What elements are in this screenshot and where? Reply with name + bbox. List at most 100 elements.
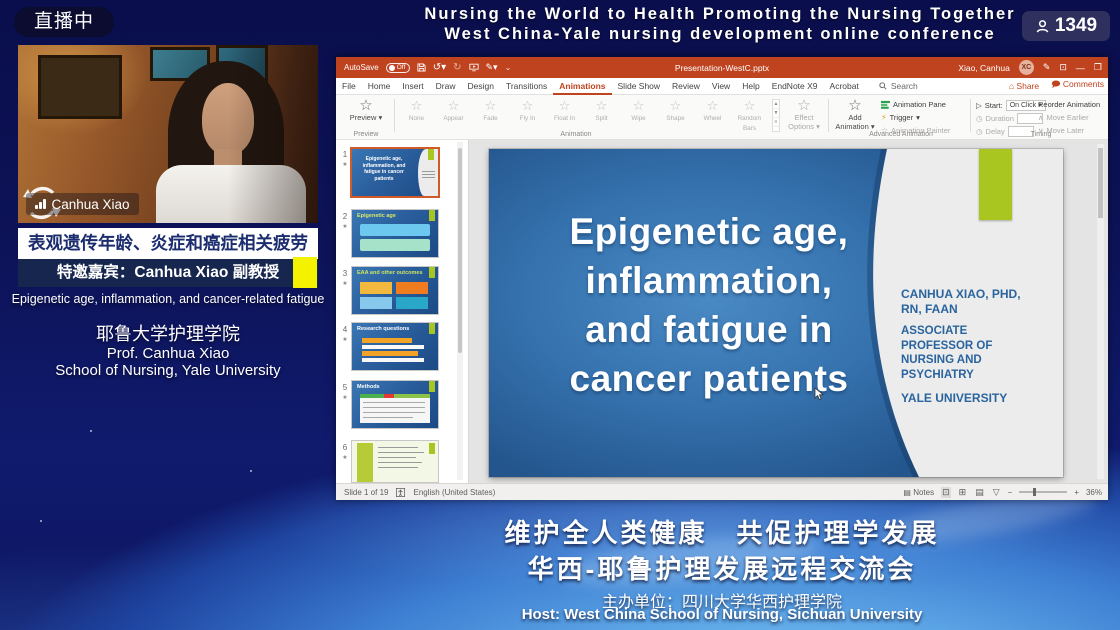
inking-icon[interactable]: ✎: [1043, 62, 1051, 73]
gallery-scroll[interactable]: ▲▼≡: [772, 99, 780, 132]
redo-icon[interactable]: ↻: [453, 62, 461, 73]
autosave-toggle[interactable]: Off: [386, 63, 410, 73]
slide-scrollbar[interactable]: [1097, 144, 1104, 479]
mini-text-line: [378, 457, 416, 458]
animation-pane-button[interactable]: Animation Pane: [881, 100, 946, 109]
animation-random-bars[interactable]: ☆Random Bars: [731, 99, 768, 132]
zoom-level[interactable]: 36%: [1086, 488, 1102, 497]
thumb-number: 3: [340, 269, 350, 278]
animation-pane-label: Animation Pane: [893, 100, 946, 109]
thumbnail-scrollbar[interactable]: [457, 142, 463, 480]
thumbnail-slide-4[interactable]: Research questions: [352, 323, 438, 370]
scrollbar-thumb[interactable]: [1098, 148, 1103, 218]
move-earlier-button[interactable]: ∧Move Earlier: [1038, 113, 1089, 122]
conference-title-line2: West China-Yale nursing development onli…: [350, 24, 1090, 44]
tab-view[interactable]: View: [706, 78, 736, 95]
thumbnail-slide-6[interactable]: [352, 441, 438, 482]
customize-qat-icon[interactable]: ⌄: [505, 63, 512, 72]
mini-title: Research questions: [357, 326, 409, 332]
search-box[interactable]: Search: [879, 81, 918, 91]
mini-title: EAA and other outcomes: [357, 270, 423, 276]
add-animation-label1: Add: [848, 113, 861, 122]
trigger-button[interactable]: ⚡ Trigger▾: [881, 113, 920, 122]
slideshow-view-button[interactable]: ▽: [992, 487, 1001, 498]
mini-bar: [362, 345, 424, 349]
animation-gallery: ☆None ☆Appear ☆Fade ☆Fly In ☆Float In ☆S…: [398, 99, 768, 132]
animation-split[interactable]: ☆Split: [583, 99, 620, 132]
mini-bar: [362, 358, 424, 362]
save-icon[interactable]: [417, 63, 426, 72]
undo-icon[interactable]: ↺▾: [433, 62, 446, 73]
tab-slide-show[interactable]: Slide Show: [612, 78, 667, 95]
restore-button[interactable]: ❐: [1094, 62, 1102, 73]
add-animation-button[interactable]: ☆ Add Animation ▾: [833, 98, 877, 131]
thumbnail-slide-5[interactable]: Methods: [352, 381, 438, 428]
author-name: CANHUA XIAO, PHD, RN, FAAN: [901, 287, 1036, 316]
animation-wheel[interactable]: ☆Wheel: [694, 99, 731, 132]
ppt-titlebar[interactable]: AutoSave Off ↺▾ ↻ ✎▾ ⌄ Presentation-West…: [336, 57, 1108, 78]
animation-fly-in[interactable]: ☆Fly In: [509, 99, 546, 132]
animation-label: Shape: [666, 115, 684, 122]
autosave-state: Off: [397, 64, 406, 71]
mini-box: [360, 282, 392, 294]
tab-draw[interactable]: Draw: [430, 78, 462, 95]
zoom-in-button[interactable]: +: [1074, 488, 1079, 497]
animation-appear[interactable]: ☆Appear: [435, 99, 472, 132]
thumbnail-slide-2[interactable]: Epigenetic age: [352, 210, 438, 257]
account-avatar[interactable]: XC: [1019, 60, 1034, 75]
tab-animations[interactable]: Animations: [553, 78, 611, 95]
accessibility-icon[interactable]: [396, 488, 405, 497]
comments-button[interactable]: 🗩 Comments: [1051, 79, 1104, 93]
effect-options-button[interactable]: ☆ Effect Options ▾: [784, 98, 824, 131]
tab-transitions[interactable]: Transitions: [500, 78, 553, 95]
start-slideshow-icon[interactable]: [469, 63, 479, 72]
slide-author-block: CANHUA XIAO, PHD, RN, FAAN ASSOCIATE PRO…: [901, 287, 1036, 405]
slide-green-accent: [979, 149, 1012, 220]
reading-view-button[interactable]: ▤: [974, 487, 985, 498]
animation-wipe[interactable]: ☆Wipe: [620, 99, 657, 132]
notes-button[interactable]: ▤ Notes: [903, 488, 934, 497]
tab-help[interactable]: Help: [736, 78, 765, 95]
animation-label: None: [409, 115, 424, 122]
preview-group-label: Preview: [344, 131, 388, 138]
slide-sorter-view-button[interactable]: ⊞: [958, 487, 968, 498]
live-status-badge: 直播中: [14, 7, 114, 37]
zoom-slider-thumb[interactable]: [1033, 488, 1036, 496]
tab-review[interactable]: Review: [666, 78, 706, 95]
animation-none[interactable]: ☆None: [398, 99, 435, 132]
thumbnail-slide-1[interactable]: Epigenetic age, inflammation, and fatigu…: [352, 149, 438, 196]
animation-float-in[interactable]: ☆Float In: [546, 99, 583, 132]
trigger-icon: ⚡: [881, 113, 887, 122]
pen-icon[interactable]: ✎▾: [486, 62, 498, 73]
delay-icon: ◷: [976, 127, 983, 136]
dropdown-caret: ▾: [814, 122, 820, 131]
tab-file[interactable]: File: [336, 78, 362, 95]
tab-acrobat[interactable]: Acrobat: [824, 78, 865, 95]
normal-view-button[interactable]: ⊡: [941, 487, 951, 498]
mini-text-line: [363, 407, 425, 408]
preview-button[interactable]: ☆ Preview ▾: [344, 98, 388, 122]
ribbon-display-icon[interactable]: ⊡: [1059, 62, 1067, 73]
tab-endnote[interactable]: EndNote X9: [766, 78, 824, 95]
current-slide[interactable]: Epigenetic age, inflammation, and fatigu…: [489, 149, 1063, 477]
minimize-button[interactable]: —: [1076, 63, 1085, 73]
start-setting: ▷ Start: On Click ▾: [976, 100, 1046, 111]
tab-design[interactable]: Design: [462, 78, 500, 95]
animation-group-label: Animation: [516, 131, 636, 138]
animation-shape[interactable]: ☆Shape: [657, 99, 694, 132]
share-button[interactable]: ⌂ Share: [1009, 81, 1039, 91]
ribbon-separator: [828, 99, 829, 132]
animation-label: Fade: [483, 115, 497, 122]
zoom-slider[interactable]: [1019, 491, 1067, 493]
thumbnail-slide-3[interactable]: EAA and other outcomes: [352, 267, 438, 314]
animation-fade[interactable]: ☆Fade: [472, 99, 509, 132]
webcam-video[interactable]: Canhua Xiao: [18, 45, 318, 223]
webcam-name-tag: Canhua Xiao: [26, 193, 139, 215]
zoom-out-button[interactable]: −: [1008, 488, 1013, 497]
thumb-number: 1: [340, 150, 350, 159]
tab-home[interactable]: Home: [362, 78, 397, 95]
slide-title-line4: cancer patients: [519, 354, 899, 403]
language-indicator[interactable]: English (United States): [413, 488, 495, 497]
scrollbar-thumb[interactable]: [458, 148, 462, 353]
tab-insert[interactable]: Insert: [396, 78, 429, 95]
